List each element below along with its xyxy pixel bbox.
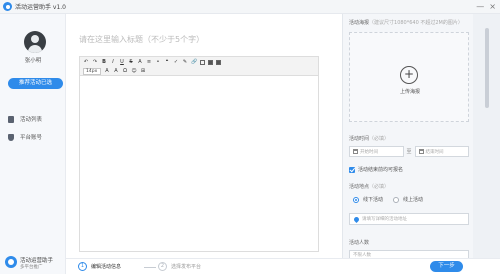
step-1: 1 编辑活动信息 — [78, 262, 121, 271]
window-controls: — × — [476, 1, 496, 12]
location-label: 活动地点 — [349, 184, 370, 190]
checkbox-label: 活动结束前均可报名 — [358, 167, 404, 173]
radio-offline[interactable] — [353, 196, 359, 203]
time-required: （必填） — [369, 136, 390, 142]
list-icon — [8, 115, 14, 123]
square-filled-icon[interactable] — [216, 59, 221, 65]
strikethrough-button[interactable]: S — [128, 59, 134, 65]
count-label: 活动人数 — [349, 240, 370, 246]
address-field[interactable]: 请填写详细的活动地址 — [349, 213, 469, 225]
calendar-icon — [353, 149, 358, 154]
participant-count-field[interactable]: 不限人数 — [349, 250, 469, 258]
sidebar: 张小明 推荐活动已选 活动列表 平台账号 活动运营助手 多平台推广 — [0, 14, 66, 274]
edit-icon[interactable]: ✎ — [182, 59, 188, 65]
help-logo-icon — [5, 256, 17, 268]
help-subtitle: 多平台推广 — [20, 265, 43, 270]
title-input[interactable] — [79, 33, 309, 45]
emoji-icon[interactable]: ☺ — [131, 68, 137, 74]
plus-icon: + — [400, 66, 418, 84]
location-type-radios: 线下活动 线上活动 — [353, 196, 423, 203]
time-label-row: 活动时间（必填） — [349, 135, 389, 142]
content-editor[interactable] — [79, 76, 319, 252]
link-icon[interactable]: 🔗 — [191, 59, 197, 65]
sidebar-item-label: 活动列表 — [20, 117, 43, 123]
time-label: 活动时间 — [349, 136, 370, 142]
underline-button[interactable]: U — [119, 59, 125, 65]
calendar-icon — [418, 149, 424, 154]
bold-button[interactable]: B — [101, 59, 107, 65]
italic-button[interactable]: I — [110, 59, 116, 65]
highlight-icon[interactable]: A — [113, 68, 119, 74]
step-number: 2 — [158, 262, 167, 271]
check-icon[interactable]: ✓ — [173, 59, 179, 65]
step-divider — [144, 267, 156, 268]
next-step-button[interactable]: 下一步 — [430, 261, 463, 272]
date-separator: 至 — [406, 149, 412, 155]
text-color-icon[interactable]: A — [104, 68, 110, 74]
address-placeholder: 请填写详细的活动地址 — [362, 217, 407, 222]
redo-icon[interactable]: ↷ — [92, 59, 98, 65]
step-2: 2 选择发布平台 — [158, 262, 201, 271]
date-range: 开始时间 至 结束时间 — [349, 146, 470, 157]
cover-label-row: 活动海报（建议尺寸1080*640 不超过2M的图片） — [349, 19, 463, 26]
location-label-row: 活动地点（必填） — [349, 183, 389, 190]
help-title: 活动运营助手 — [20, 258, 54, 264]
sidebar-item-platform-accounts[interactable]: 平台账号 — [8, 132, 42, 142]
radio-online[interactable] — [393, 196, 400, 203]
settings-panel: 活动海报（建议尺寸1080*640 不超过2M的图片） + 上传海报 活动时间（… — [342, 14, 473, 258]
poster-upload-area[interactable]: + 上传海报 — [349, 32, 469, 122]
radio-offline-label: 线下活动 — [363, 197, 384, 203]
step-label: 编辑活动信息 — [91, 264, 122, 270]
close-icon[interactable]: × — [489, 1, 496, 12]
step-number: 1 — [78, 262, 87, 271]
editor-area: ↶ ↷ B I U S A ≡ • ❝ ✓ ✎ 🔗 14px A A Ω ☺ ⊞ — [66, 14, 342, 258]
upload-label: 上传海报 — [399, 89, 420, 95]
table-icon[interactable]: ⊞ — [140, 68, 146, 74]
user-name: 张小明 — [24, 58, 42, 64]
registration-checkbox[interactable] — [349, 166, 355, 173]
font-size-select[interactable]: 14px — [83, 67, 101, 75]
avatar[interactable] — [24, 31, 46, 53]
toolbar-row-formatting: ↶ ↷ B I U S A ≡ • ❝ ✓ ✎ 🔗 — [83, 58, 221, 66]
end-time-placeholder: 结束时间 — [425, 149, 444, 155]
scrollbar-thumb[interactable] — [485, 28, 489, 108]
bullet-list-icon[interactable]: • — [155, 59, 161, 65]
end-time-field[interactable]: 结束时间 — [414, 146, 470, 157]
toolbar-row-font: 14px A A Ω ☺ ⊞ — [83, 67, 146, 75]
rich-text-toolbar: ↶ ↷ B I U S A ≡ • ❝ ✓ ✎ 🔗 14px A A Ω ☺ ⊞ — [79, 56, 319, 76]
quote-icon[interactable]: ❝ — [164, 59, 170, 65]
step-bar: 1 编辑活动信息 2 选择发布平台 下一步 — [66, 258, 500, 274]
window-title: 活动运营助手 v1.0 — [15, 4, 67, 11]
align-icon[interactable]: ≡ — [146, 59, 152, 65]
registration-checkbox-row[interactable]: 活动结束前均可报名 — [349, 166, 403, 173]
cover-label: 活动海报 — [349, 20, 370, 26]
user-icon — [8, 133, 14, 141]
square-filled-icon[interactable] — [208, 59, 213, 65]
recommended-activity-button[interactable]: 推荐活动已选 — [8, 78, 63, 89]
start-time-field[interactable]: 开始时间 — [349, 146, 404, 157]
start-time-placeholder: 开始时间 — [360, 149, 378, 155]
radio-online-label: 线上活动 — [403, 197, 424, 203]
square-icon[interactable] — [200, 59, 205, 65]
undo-icon[interactable]: ↶ — [83, 59, 89, 65]
app-logo-icon — [3, 2, 12, 11]
sidebar-item-activity-list[interactable]: 活动列表 — [8, 114, 42, 124]
special-char-icon[interactable]: Ω — [122, 68, 128, 74]
location-required: （必填） — [369, 184, 390, 190]
title-bar: 活动运营助手 v1.0 — × — [0, 0, 500, 14]
minimize-icon[interactable]: — — [476, 1, 484, 12]
sidebar-item-label: 平台账号 — [20, 135, 43, 141]
step-label: 选择发布平台 — [171, 264, 202, 270]
location-pin-icon — [352, 215, 361, 223]
font-color-button[interactable]: A — [137, 59, 143, 65]
cover-hint: （建议尺寸1080*640 不超过2M的图片） — [369, 20, 463, 26]
